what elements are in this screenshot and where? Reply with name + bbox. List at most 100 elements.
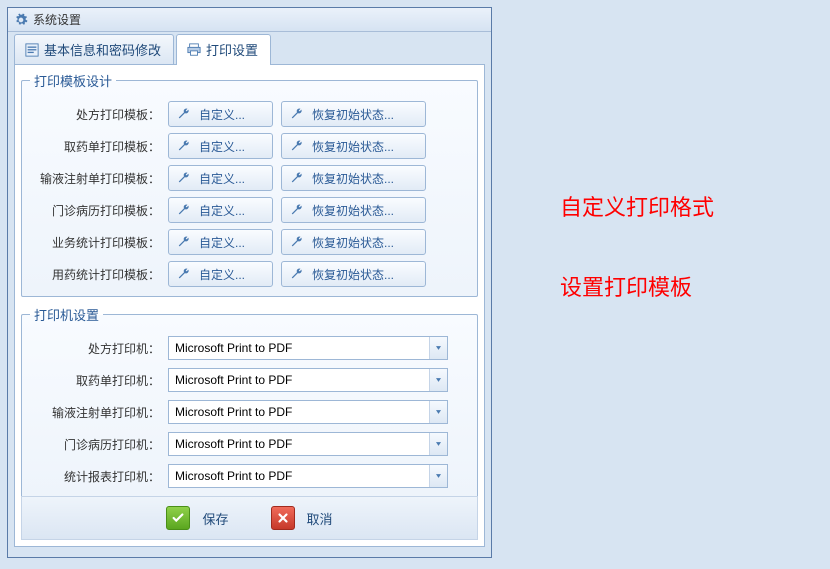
printer-combo[interactable] <box>168 400 448 424</box>
printer-input[interactable] <box>169 401 429 423</box>
template-label: 业务统计打印模板： <box>30 234 160 251</box>
reset-button[interactable]: 恢复初始状态... <box>281 101 426 127</box>
check-icon <box>166 506 190 530</box>
wrench-icon <box>177 235 191 249</box>
printer-legend: 打印机设置 <box>30 305 103 324</box>
printer-row: 门诊病历打印机： <box>30 428 469 460</box>
annotation-custom-format: 自定义打印格式 <box>560 190 714 222</box>
template-row: 取药单打印模板： 自定义... 恢复初始状态... <box>30 130 469 162</box>
form-icon <box>25 43 39 57</box>
wrench-icon <box>177 171 191 185</box>
cancel-label: 取消 <box>307 509 333 528</box>
chevron-down-icon <box>436 473 441 479</box>
reset-label: 恢复初始状态... <box>312 106 394 123</box>
printer-icon <box>187 43 201 57</box>
template-label: 输液注射单打印模板： <box>30 170 160 187</box>
wrench-icon <box>290 139 304 153</box>
reset-label: 恢复初始状态... <box>312 266 394 283</box>
customize-label: 自定义... <box>199 202 245 219</box>
printer-input[interactable] <box>169 369 429 391</box>
template-row: 用药统计打印模板： 自定义... 恢复初始状态... <box>30 258 469 290</box>
printer-combo[interactable] <box>168 432 448 456</box>
window-title: 系统设置 <box>33 11 81 28</box>
template-row: 业务统计打印模板： 自定义... 恢复初始状态... <box>30 226 469 258</box>
template-label: 门诊病历打印模板： <box>30 202 160 219</box>
chevron-down-icon <box>436 345 441 351</box>
wrench-icon <box>290 171 304 185</box>
chevron-down-icon <box>436 441 441 447</box>
cancel-button[interactable]: 取消 <box>265 503 339 533</box>
dropdown-button[interactable] <box>429 401 447 423</box>
cancel-icon <box>271 506 295 530</box>
wrench-icon <box>290 203 304 217</box>
template-label: 处方打印模板： <box>30 106 160 123</box>
save-label: 保存 <box>202 509 228 528</box>
tab-basic-info[interactable]: 基本信息和密码修改 <box>14 34 174 65</box>
printer-label: 输液注射单打印机： <box>30 404 160 421</box>
reset-label: 恢复初始状态... <box>312 202 394 219</box>
customize-label: 自定义... <box>199 138 245 155</box>
printer-row: 处方打印机： <box>30 332 469 364</box>
reset-label: 恢复初始状态... <box>312 234 394 251</box>
dropdown-button[interactable] <box>429 337 447 359</box>
printer-label: 门诊病历打印机： <box>30 436 160 453</box>
printer-row: 统计报表打印机： <box>30 460 469 492</box>
reset-label: 恢复初始状态... <box>312 138 394 155</box>
template-label: 用药统计打印模板： <box>30 266 160 283</box>
dropdown-button[interactable] <box>429 433 447 455</box>
wrench-icon <box>177 139 191 153</box>
customize-button[interactable]: 自定义... <box>168 133 273 159</box>
customize-button[interactable]: 自定义... <box>168 101 273 127</box>
customize-label: 自定义... <box>199 106 245 123</box>
settings-window: 系统设置 基本信息和密码修改 打印设置 打印模板设计 处方打印模板： 自定义...… <box>7 7 492 558</box>
printer-input[interactable] <box>169 337 429 359</box>
gear-icon <box>14 13 28 27</box>
template-row: 处方打印模板： 自定义... 恢复初始状态... <box>30 98 469 130</box>
printer-combo[interactable] <box>168 336 448 360</box>
printer-row: 输液注射单打印机： <box>30 396 469 428</box>
printer-input[interactable] <box>169 433 429 455</box>
printer-label: 取药单打印机： <box>30 372 160 389</box>
customize-button[interactable]: 自定义... <box>168 165 273 191</box>
printer-input[interactable] <box>169 465 429 487</box>
wrench-icon <box>290 267 304 281</box>
reset-button[interactable]: 恢复初始状态... <box>281 229 426 255</box>
template-legend: 打印模板设计 <box>30 71 116 90</box>
printer-label: 处方打印机： <box>30 340 160 357</box>
tab-print-label: 打印设置 <box>206 40 258 59</box>
customize-button[interactable]: 自定义... <box>168 197 273 223</box>
printer-combo[interactable] <box>168 464 448 488</box>
tab-basic-label: 基本信息和密码修改 <box>44 40 161 59</box>
reset-button[interactable]: 恢复初始状态... <box>281 165 426 191</box>
printer-combo[interactable] <box>168 368 448 392</box>
dropdown-button[interactable] <box>429 369 447 391</box>
customize-label: 自定义... <box>199 234 245 251</box>
wrench-icon <box>290 235 304 249</box>
template-row: 输液注射单打印模板： 自定义... 恢复初始状态... <box>30 162 469 194</box>
template-label: 取药单打印模板： <box>30 138 160 155</box>
reset-label: 恢复初始状态... <box>312 170 394 187</box>
footer-bar: 保存 取消 <box>21 496 478 540</box>
printer-row: 取药单打印机： <box>30 364 469 396</box>
reset-button[interactable]: 恢复初始状态... <box>281 261 426 287</box>
wrench-icon <box>177 107 191 121</box>
chevron-down-icon <box>436 377 441 383</box>
wrench-icon <box>177 203 191 217</box>
save-button[interactable]: 保存 <box>160 503 234 533</box>
customize-button[interactable]: 自定义... <box>168 229 273 255</box>
dropdown-button[interactable] <box>429 465 447 487</box>
reset-button[interactable]: 恢复初始状态... <box>281 133 426 159</box>
printer-label: 统计报表打印机： <box>30 468 160 485</box>
customize-label: 自定义... <box>199 266 245 283</box>
titlebar[interactable]: 系统设置 <box>8 8 491 32</box>
annotation-set-template: 设置打印模板 <box>560 270 692 302</box>
wrench-icon <box>290 107 304 121</box>
template-row: 门诊病历打印模板： 自定义... 恢复初始状态... <box>30 194 469 226</box>
tab-print-settings[interactable]: 打印设置 <box>176 34 271 65</box>
printer-settings-group: 打印机设置 处方打印机： 取药单打印机： 输液注射单打印机： 门诊病历打印机： 统计报表… <box>21 305 478 499</box>
reset-button[interactable]: 恢复初始状态... <box>281 197 426 223</box>
customize-button[interactable]: 自定义... <box>168 261 273 287</box>
template-design-group: 打印模板设计 处方打印模板： 自定义... 恢复初始状态... 取药单打印模板： 自定义… <box>21 71 478 297</box>
chevron-down-icon <box>436 409 441 415</box>
wrench-icon <box>177 267 191 281</box>
